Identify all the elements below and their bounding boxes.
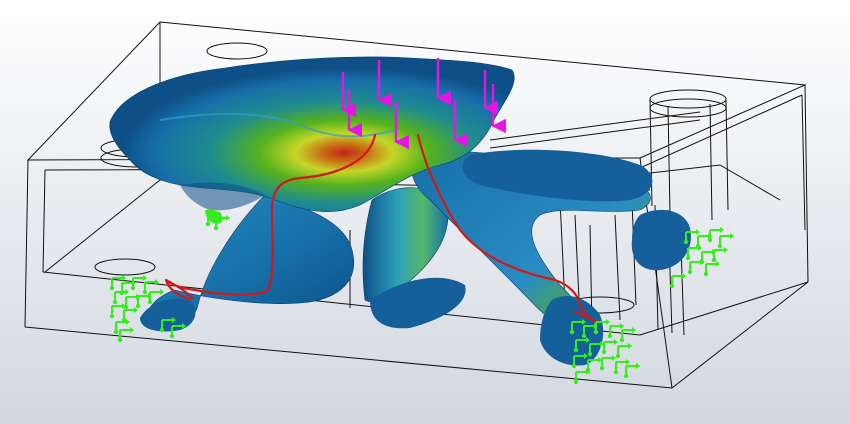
cad-graphics-viewport[interactable] (0, 0, 850, 424)
simulation-model-view[interactable] (0, 0, 850, 424)
